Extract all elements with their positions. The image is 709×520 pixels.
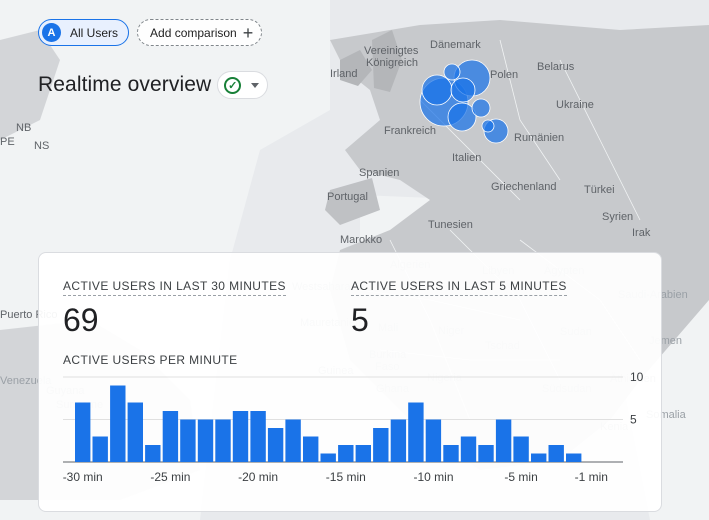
chart-bar[interactable]: [443, 445, 459, 462]
chart-bar[interactable]: [197, 419, 214, 463]
map-label: Dänemark: [430, 39, 481, 51]
segment-label: All Users: [70, 25, 119, 40]
x-tick-label: -15 min: [326, 470, 366, 484]
plus-icon: +: [242, 22, 254, 43]
map-label: Vereinigtes: [364, 45, 419, 57]
map-bubble: [421, 74, 453, 106]
chart-bar[interactable]: [320, 453, 336, 463]
y-tick-label: 5: [630, 413, 637, 427]
chart-bar[interactable]: [250, 411, 266, 462]
title-row: Realtime overview ✓: [38, 71, 269, 99]
chart-bar[interactable]: [495, 419, 512, 463]
x-tick-label: -30 min: [63, 470, 103, 484]
check-circle-icon: ✓: [224, 76, 242, 94]
caret-down-icon: [251, 82, 260, 88]
status-dropdown[interactable]: ✓: [217, 71, 269, 99]
chart-bar[interactable]: [355, 445, 371, 462]
chart-bar[interactable]: [390, 419, 407, 463]
x-tick-label: -1 min: [575, 470, 608, 484]
map-label: NS: [34, 140, 49, 152]
x-tick-label: -10 min: [413, 470, 453, 484]
segment-avatar: A: [42, 23, 61, 42]
chart-bar[interactable]: [162, 411, 179, 462]
chart-bar[interactable]: [373, 428, 389, 462]
chart-bar[interactable]: [531, 453, 547, 463]
chart-bar[interactable]: [548, 445, 564, 462]
map-label: Griechenland: [491, 181, 556, 193]
x-tick-label: -20 min: [238, 470, 278, 484]
map-label: Polen: [490, 69, 518, 81]
chart-bar[interactable]: [478, 445, 494, 462]
chart-bar[interactable]: [127, 402, 143, 463]
chart-bar[interactable]: [338, 445, 354, 462]
map-label: Türkei: [584, 184, 615, 196]
chart-bar[interactable]: [180, 419, 196, 463]
page-title: Realtime overview: [38, 73, 212, 96]
x-tick-label: -25 min: [150, 470, 190, 484]
add-comparison-label: Add comparison: [150, 25, 237, 40]
map-label: Spanien: [359, 167, 399, 179]
add-comparison-button[interactable]: Add comparison +: [137, 19, 263, 46]
chart-bar[interactable]: [232, 411, 249, 462]
map-label: Marokko: [340, 234, 382, 246]
users-per-minute-chart[interactable]: 5 10 -30 min -25 min -20 min -15 min -10 min -5…: [39, 253, 663, 513]
map-label: Königreich: [366, 57, 418, 69]
map-label: Italien: [452, 152, 481, 164]
chart-bar[interactable]: [425, 419, 442, 463]
map-label: PE: [0, 136, 15, 148]
chart-bar[interactable]: [215, 419, 231, 463]
map-label: Tunesien: [428, 219, 473, 231]
map-label: Rumänien: [514, 132, 564, 144]
chart-bar[interactable]: [110, 385, 126, 463]
x-tick-label: -5 min: [504, 470, 537, 484]
y-tick-label: 10: [630, 370, 644, 384]
chart-bar[interactable]: [303, 436, 319, 463]
map-label: Ukraine: [556, 99, 594, 111]
map-label: Belarus: [537, 61, 575, 73]
chart-bar[interactable]: [145, 445, 161, 462]
chart-bar[interactable]: [92, 436, 108, 463]
chart-bar[interactable]: [285, 419, 301, 463]
segment-bar: A All Users Add comparison +: [38, 19, 263, 46]
map-label: Portugal: [327, 191, 368, 203]
chart-bar[interactable]: [267, 428, 284, 462]
chart-bar[interactable]: [566, 453, 582, 463]
chart-bar[interactable]: [513, 436, 529, 463]
chart-bar[interactable]: [460, 436, 477, 463]
chart-bar[interactable]: [408, 402, 424, 463]
chart-bar[interactable]: [75, 402, 91, 463]
map-label: Frankreich: [384, 125, 436, 137]
map-label: Syrien: [602, 211, 633, 223]
all-users-chip[interactable]: A All Users: [38, 19, 130, 46]
map-label: NB: [16, 122, 31, 134]
map-bubble: [471, 98, 491, 118]
map-bubble: [481, 119, 495, 133]
map-bubble: [450, 77, 476, 103]
map-label: Irak: [632, 227, 651, 239]
realtime-card: ACTIVE USERS IN LAST 30 MINUTES 69 ACTIV…: [38, 252, 662, 512]
map-label: Irland: [330, 68, 358, 80]
map-bubble: [443, 63, 461, 81]
